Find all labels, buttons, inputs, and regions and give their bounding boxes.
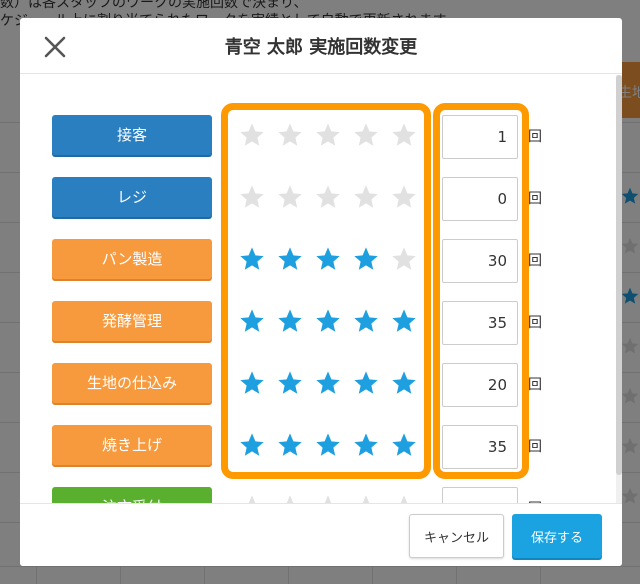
modal-body[interactable]: 接客回レジ回パン製造回発酵管理回生地の仕込み回焼き上げ回注文受付回: [20, 75, 616, 503]
star-icon[interactable]: [314, 493, 342, 503]
count-unit: 回: [528, 253, 542, 269]
cancel-button[interactable]: キャンセル: [409, 514, 504, 558]
task-label-button[interactable]: レジ: [52, 177, 212, 217]
task-label-button[interactable]: 接客: [52, 115, 212, 155]
task-row: 注文受付回: [20, 487, 616, 503]
count-unit: 回: [528, 439, 542, 455]
star-icon[interactable]: [352, 493, 380, 503]
count-unit: 回: [528, 129, 542, 145]
count-column-highlight: [433, 103, 529, 479]
task-label-button[interactable]: パン製造: [52, 239, 212, 279]
star-icon[interactable]: [238, 493, 266, 503]
star-icon[interactable]: [276, 493, 304, 503]
task-label-button[interactable]: 生地の仕込み: [52, 363, 212, 403]
modal-footer: キャンセル 保存する: [20, 503, 622, 566]
modal-header: 青空 太郎 実施回数変更: [20, 18, 622, 74]
task-label-button[interactable]: 発酵管理: [52, 301, 212, 341]
save-button[interactable]: 保存する: [512, 514, 602, 558]
scroll-thumb[interactable]: [616, 75, 622, 475]
modal-scrollbar[interactable]: [616, 75, 622, 503]
count-unit: 回: [528, 315, 542, 331]
count-input[interactable]: [442, 487, 518, 503]
count-unit: 回: [528, 191, 542, 207]
task-label-button[interactable]: 注文受付: [52, 487, 212, 503]
task-label-button[interactable]: 焼き上げ: [52, 425, 212, 465]
star-column-highlight: [221, 103, 431, 479]
modal-title: 青空 太郎 実施回数変更: [224, 37, 418, 58]
count-unit: 回: [528, 377, 542, 393]
star-rating: [236, 493, 416, 503]
edit-count-modal: 青空 太郎 実施回数変更 接客回レジ回パン製造回発酵管理回生地の仕込み回焼き上げ…: [20, 18, 622, 566]
star-icon[interactable]: [390, 493, 418, 503]
